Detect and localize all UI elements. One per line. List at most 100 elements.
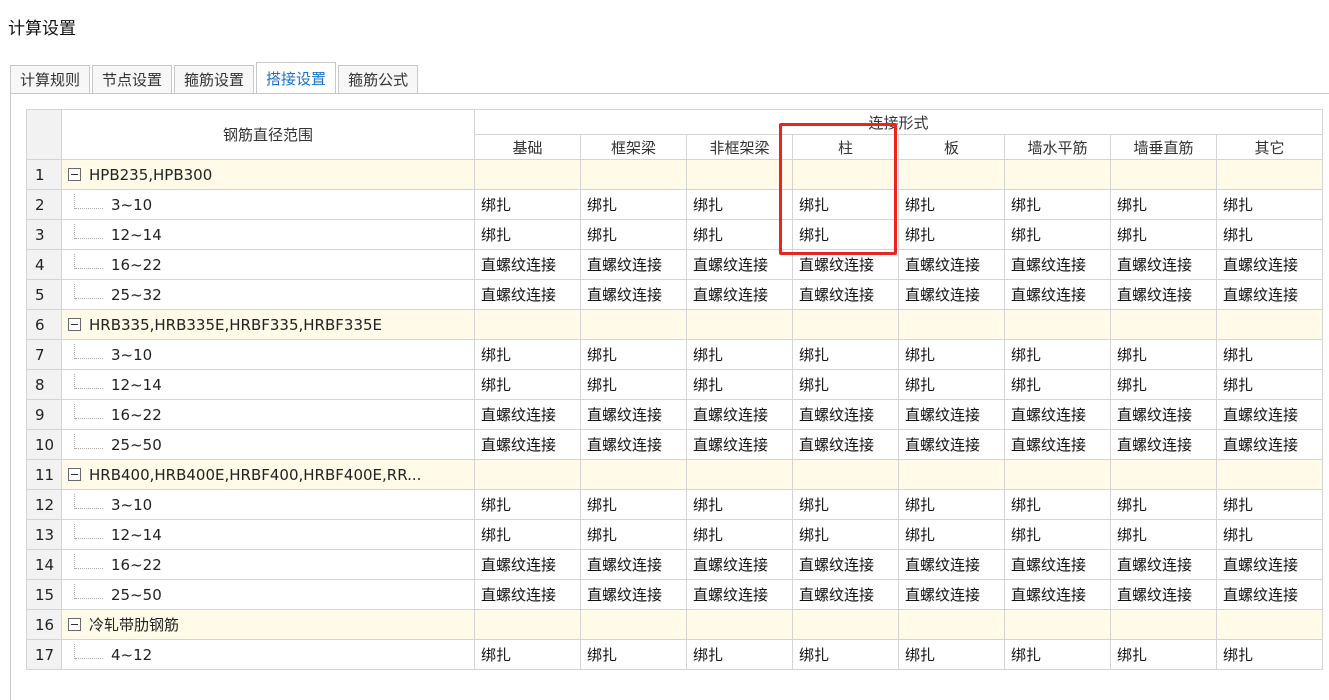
connection-cell[interactable]: 绑扎 bbox=[686, 369, 793, 400]
connection-cell[interactable]: 直螺纹连接 bbox=[474, 249, 581, 280]
connection-cell[interactable]: 绑扎 bbox=[1110, 519, 1217, 550]
connection-cell[interactable]: 绑扎 bbox=[686, 519, 793, 550]
connection-cell[interactable]: 绑扎 bbox=[1004, 639, 1111, 670]
connection-cell[interactable]: 绑扎 bbox=[792, 219, 899, 250]
connection-cell[interactable]: 绑扎 bbox=[898, 639, 1005, 670]
connection-cell[interactable]: 直螺纹连接 bbox=[580, 249, 687, 280]
collapse-icon[interactable] bbox=[68, 167, 81, 181]
connection-cell[interactable]: 直螺纹连接 bbox=[792, 579, 899, 610]
connection-cell[interactable]: 直螺纹连接 bbox=[1110, 249, 1217, 280]
group-row[interactable]: 16 冷轧带肋钢筋 bbox=[26, 609, 1323, 640]
connection-cell[interactable]: 绑扎 bbox=[1004, 519, 1111, 550]
connection-cell[interactable]: 绑扎 bbox=[1110, 339, 1217, 370]
table-row[interactable]: 2 3~10 绑扎 绑扎 绑扎 绑扎 绑扎 绑扎 绑扎 绑扎 bbox=[26, 189, 1323, 220]
connection-cell[interactable]: 直螺纹连接 bbox=[580, 549, 687, 580]
tab-lap-settings[interactable]: 搭接设置 bbox=[256, 62, 337, 94]
connection-cell[interactable]: 绑扎 bbox=[1216, 489, 1323, 520]
connection-cell[interactable]: 绑扎 bbox=[580, 219, 687, 250]
connection-cell[interactable]: 绑扎 bbox=[1110, 189, 1217, 220]
connection-cell[interactable]: 绑扎 bbox=[792, 369, 899, 400]
connection-cell[interactable]: 绑扎 bbox=[686, 219, 793, 250]
table-row[interactable]: 9 16~22 直螺纹连接 直螺纹连接 直螺纹连接 直螺纹连接 直螺纹连接 直螺纹连接 直螺纹连… bbox=[26, 399, 1323, 430]
group-row[interactable]: 11 HRB400,HRB400E,HRBF400,HRBF400E,RR... bbox=[26, 459, 1323, 490]
connection-cell[interactable]: 绑扎 bbox=[792, 189, 899, 220]
connection-cell[interactable]: 绑扎 bbox=[1004, 189, 1111, 220]
connection-cell[interactable]: 直螺纹连接 bbox=[686, 279, 793, 310]
connection-cell[interactable]: 直螺纹连接 bbox=[580, 399, 687, 430]
connection-cell[interactable]: 绑扎 bbox=[474, 639, 581, 670]
connection-cell[interactable]: 直螺纹连接 bbox=[1004, 429, 1111, 460]
connection-cell[interactable]: 直螺纹连接 bbox=[898, 249, 1005, 280]
connection-cell[interactable]: 绑扎 bbox=[1216, 519, 1323, 550]
connection-cell[interactable]: 直螺纹连接 bbox=[792, 279, 899, 310]
connection-cell[interactable]: 绑扎 bbox=[898, 339, 1005, 370]
connection-cell[interactable]: 绑扎 bbox=[792, 339, 899, 370]
connection-cell[interactable]: 直螺纹连接 bbox=[686, 549, 793, 580]
connection-cell[interactable]: 直螺纹连接 bbox=[792, 549, 899, 580]
connection-cell[interactable]: 直螺纹连接 bbox=[898, 429, 1005, 460]
connection-cell[interactable]: 直螺纹连接 bbox=[1110, 429, 1217, 460]
table-row[interactable]: 10 25~50 直螺纹连接 直螺纹连接 直螺纹连接 直螺纹连接 直螺纹连接 直螺纹连接 直螺纹… bbox=[26, 429, 1323, 460]
connection-cell[interactable]: 绑扎 bbox=[474, 189, 581, 220]
connection-cell[interactable]: 直螺纹连接 bbox=[1110, 279, 1217, 310]
connection-cell[interactable]: 绑扎 bbox=[580, 369, 687, 400]
connection-cell[interactable]: 直螺纹连接 bbox=[474, 279, 581, 310]
table-row[interactable]: 4 16~22 直螺纹连接 直螺纹连接 直螺纹连接 直螺纹连接 直螺纹连接 直螺纹连接 直螺纹连… bbox=[26, 249, 1323, 280]
connection-cell[interactable]: 直螺纹连接 bbox=[474, 579, 581, 610]
connection-cell[interactable]: 直螺纹连接 bbox=[474, 549, 581, 580]
connection-cell[interactable]: 直螺纹连接 bbox=[580, 579, 687, 610]
connection-cell[interactable]: 直螺纹连接 bbox=[1004, 399, 1111, 430]
connection-cell[interactable]: 绑扎 bbox=[1004, 339, 1111, 370]
connection-cell[interactable]: 绑扎 bbox=[580, 639, 687, 670]
connection-cell[interactable]: 直螺纹连接 bbox=[686, 429, 793, 460]
tab-node-settings[interactable]: 节点设置 bbox=[92, 65, 173, 93]
tab-stirrup-settings[interactable]: 箍筋设置 bbox=[174, 65, 255, 93]
connection-cell[interactable]: 直螺纹连接 bbox=[580, 279, 687, 310]
connection-cell[interactable]: 绑扎 bbox=[580, 519, 687, 550]
connection-cell[interactable]: 直螺纹连接 bbox=[686, 399, 793, 430]
connection-cell[interactable]: 绑扎 bbox=[898, 369, 1005, 400]
connection-cell[interactable]: 直螺纹连接 bbox=[792, 249, 899, 280]
table-row[interactable]: 5 25~32 直螺纹连接 直螺纹连接 直螺纹连接 直螺纹连接 直螺纹连接 直螺纹连接 直螺纹连… bbox=[26, 279, 1323, 310]
connection-cell[interactable]: 绑扎 bbox=[1216, 369, 1323, 400]
connection-cell[interactable]: 直螺纹连接 bbox=[1004, 249, 1111, 280]
connection-cell[interactable]: 直螺纹连接 bbox=[1004, 579, 1111, 610]
connection-cell[interactable]: 直螺纹连接 bbox=[898, 279, 1005, 310]
connection-cell[interactable]: 绑扎 bbox=[1110, 369, 1217, 400]
table-row[interactable]: 14 16~22 直螺纹连接 直螺纹连接 直螺纹连接 直螺纹连接 直螺纹连接 直螺纹连接 直螺纹… bbox=[26, 549, 1323, 580]
table-row[interactable]: 7 3~10 绑扎 绑扎 绑扎 绑扎 绑扎 绑扎 绑扎 绑扎 bbox=[26, 339, 1323, 370]
connection-cell[interactable]: 绑扎 bbox=[792, 489, 899, 520]
connection-cell[interactable]: 绑扎 bbox=[898, 489, 1005, 520]
connection-cell[interactable]: 绑扎 bbox=[580, 189, 687, 220]
connection-cell[interactable]: 直螺纹连接 bbox=[1004, 549, 1111, 580]
connection-cell[interactable]: 绑扎 bbox=[474, 339, 581, 370]
connection-cell[interactable]: 绑扎 bbox=[474, 219, 581, 250]
connection-cell[interactable]: 绑扎 bbox=[474, 519, 581, 550]
connection-cell[interactable]: 绑扎 bbox=[686, 189, 793, 220]
connection-cell[interactable]: 绑扎 bbox=[686, 639, 793, 670]
connection-cell[interactable]: 直螺纹连接 bbox=[1110, 549, 1217, 580]
connection-cell[interactable]: 绑扎 bbox=[792, 519, 899, 550]
connection-cell[interactable]: 直螺纹连接 bbox=[792, 399, 899, 430]
connection-cell[interactable]: 绑扎 bbox=[792, 639, 899, 670]
connection-cell[interactable]: 直螺纹连接 bbox=[1110, 399, 1217, 430]
connection-cell[interactable]: 直螺纹连接 bbox=[686, 249, 793, 280]
connection-cell[interactable]: 绑扎 bbox=[1216, 219, 1323, 250]
connection-cell[interactable]: 直螺纹连接 bbox=[898, 579, 1005, 610]
connection-cell[interactable]: 绑扎 bbox=[474, 369, 581, 400]
connection-cell[interactable]: 绑扎 bbox=[686, 339, 793, 370]
table-row[interactable]: 8 12~14 绑扎 绑扎 绑扎 绑扎 绑扎 绑扎 绑扎 绑扎 bbox=[26, 369, 1323, 400]
connection-cell[interactable]: 绑扎 bbox=[1110, 639, 1217, 670]
group-row[interactable]: 1 HPB235,HPB300 bbox=[26, 159, 1323, 190]
group-row[interactable]: 6 HRB335,HRB335E,HRBF335,HRBF335E bbox=[26, 309, 1323, 340]
connection-cell[interactable]: 绑扎 bbox=[898, 219, 1005, 250]
connection-cell[interactable]: 直螺纹连接 bbox=[1216, 579, 1323, 610]
collapse-icon[interactable] bbox=[68, 317, 81, 331]
connection-cell[interactable]: 直螺纹连接 bbox=[1004, 279, 1111, 310]
connection-cell[interactable]: 绑扎 bbox=[580, 489, 687, 520]
connection-cell[interactable]: 直螺纹连接 bbox=[1216, 399, 1323, 430]
tab-calc-rules[interactable]: 计算规则 bbox=[10, 65, 91, 93]
table-row[interactable]: 15 25~50 直螺纹连接 直螺纹连接 直螺纹连接 直螺纹连接 直螺纹连接 直螺纹连接 直螺纹… bbox=[26, 579, 1323, 610]
connection-cell[interactable]: 直螺纹连接 bbox=[792, 429, 899, 460]
connection-cell[interactable]: 绑扎 bbox=[1110, 219, 1217, 250]
